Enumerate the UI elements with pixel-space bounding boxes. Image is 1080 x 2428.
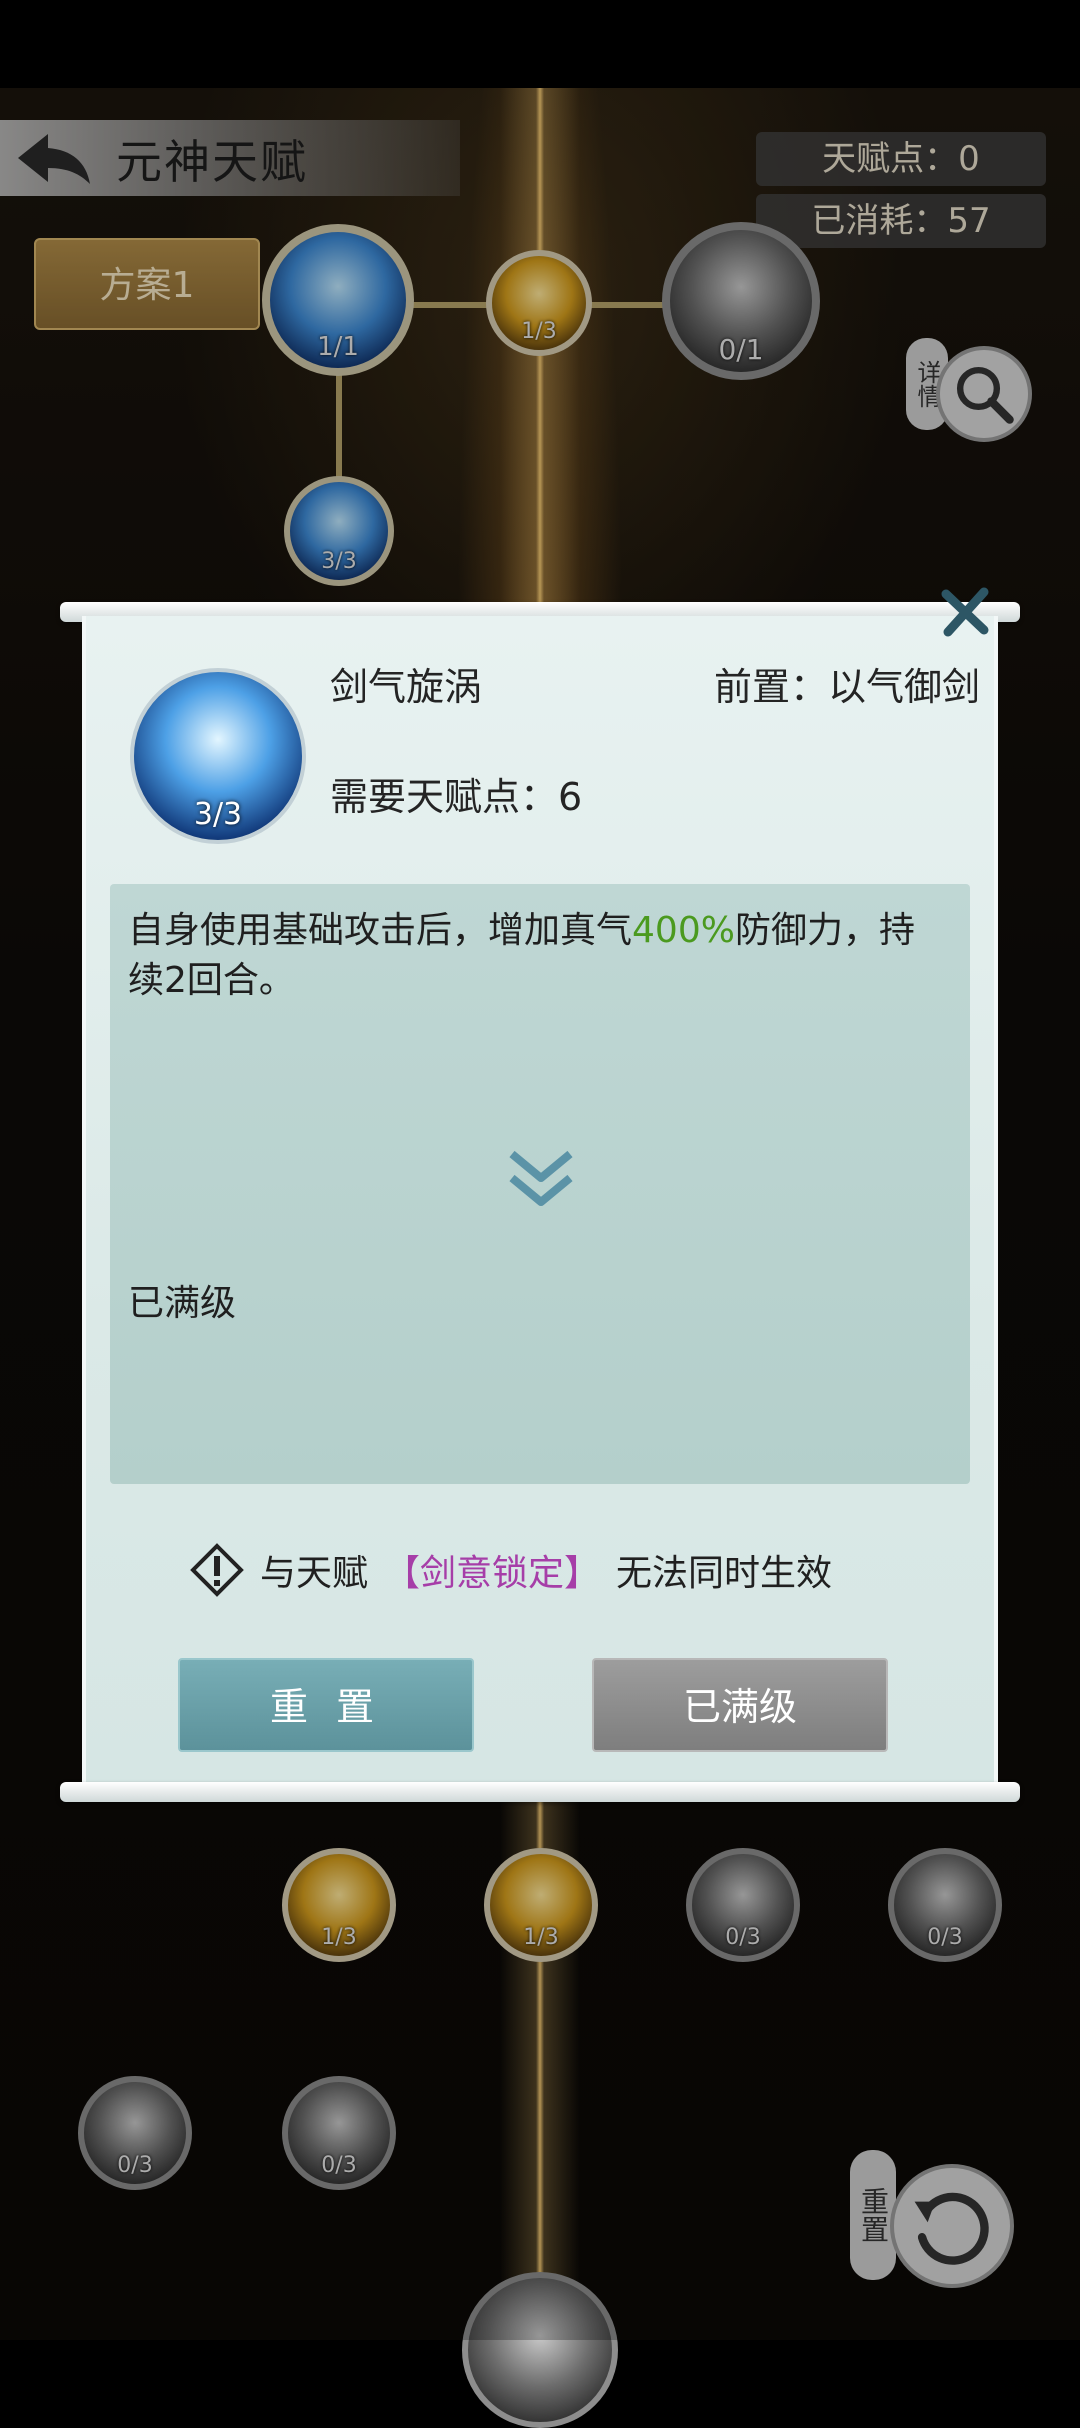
conflict-warning: 与天赋 【剑意锁定】 无法同时生效 [190, 1540, 832, 1600]
close-icon[interactable] [938, 584, 994, 640]
chevron-down-icon [509, 1150, 573, 1206]
skill-description: 自身使用基础攻击后，增加真气400%防御力，持续2回合。 [128, 906, 948, 1006]
description-value: 400% [632, 910, 735, 951]
skill-name: 剑气旋涡 [330, 665, 483, 709]
description-text: 自身使用基础攻击后，增加真气 [128, 910, 633, 951]
max-level-button[interactable]: 已满级 [592, 1658, 888, 1752]
next-level-status: 已满级 [128, 1283, 237, 1324]
reset-button[interactable]: 重 置 [178, 1658, 474, 1752]
warning-prefix: 与天赋 [260, 1553, 369, 1594]
skill-level: 3/3 [193, 797, 243, 832]
scroll-rod-bottom [60, 1782, 1020, 1802]
description-panel: 自身使用基础攻击后，增加真气400%防御力，持续2回合。 已满级 [110, 884, 970, 1484]
prerequisite-label: 前置：以气御剑 [713, 665, 980, 709]
skill-icon: 3/3 [130, 668, 306, 844]
warning-suffix: 无法同时生效 [616, 1553, 833, 1594]
required-points-label: 需要天赋点：6 [330, 775, 583, 819]
conflicting-talent: 【剑意锁定】 [384, 1553, 601, 1594]
warning-icon [190, 1543, 244, 1597]
